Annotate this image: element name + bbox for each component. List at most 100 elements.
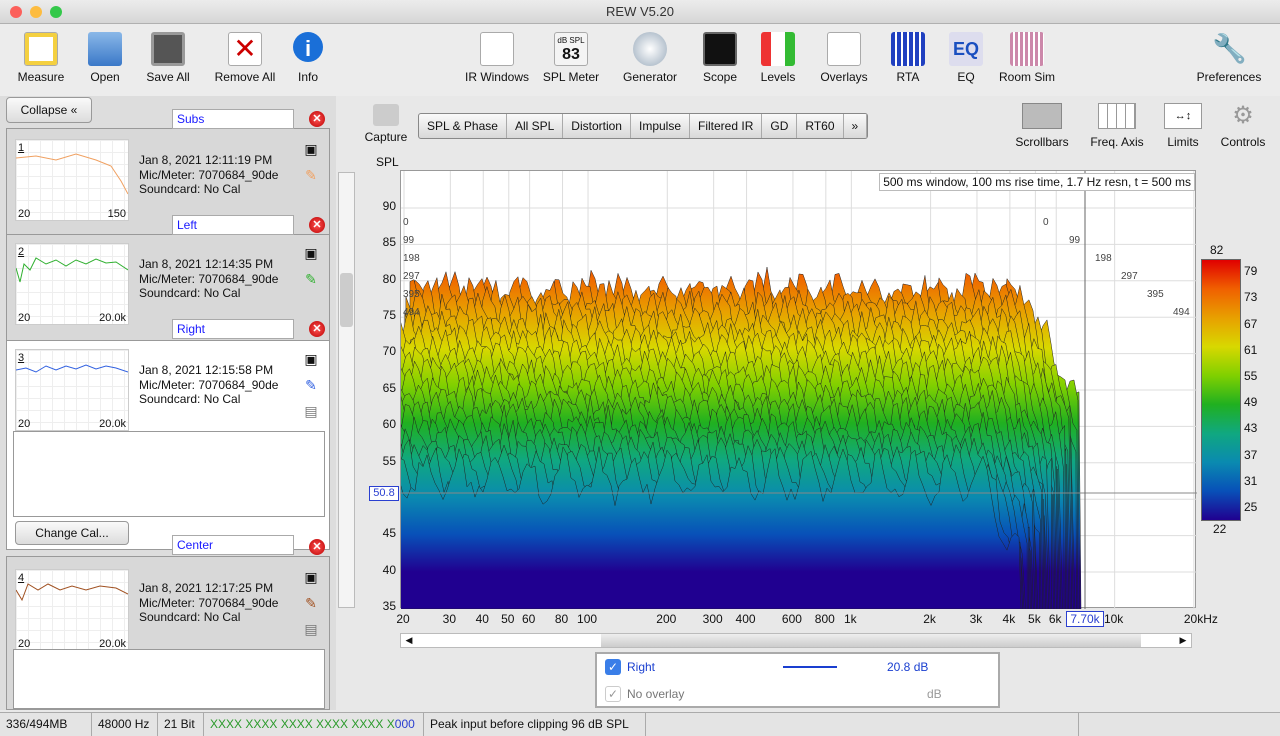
scope-button[interactable]: Scope xyxy=(698,32,742,84)
measurement-date: Jan 8, 2021 12:11:19 PM xyxy=(139,153,273,167)
measurement-soundcard: Soundcard: No Cal xyxy=(139,286,241,300)
capture-button[interactable]: Capture xyxy=(362,104,410,144)
y-tick-label: 70 xyxy=(382,344,396,359)
measurement-thumbnail[interactable]: 4 20 20.0k xyxy=(15,569,129,651)
limits-button[interactable]: ↔↕ Limits xyxy=(1160,103,1206,149)
spl-badge-unit: dB SPL xyxy=(557,36,585,45)
measurement-thumbnail[interactable]: 3 20 20.0k xyxy=(15,349,129,431)
legend-value: 20.8 dB xyxy=(887,660,929,674)
tab-0[interactable]: SPL & Phase xyxy=(419,114,507,138)
save-measurement-icon[interactable]: ▣ xyxy=(303,141,319,157)
preferences-button[interactable]: 🔧 Preferences xyxy=(1192,32,1266,84)
color-pen-icon[interactable]: ✎ xyxy=(303,167,319,183)
tab-1[interactable]: All SPL xyxy=(507,114,564,138)
levels-button[interactable]: Levels xyxy=(756,32,800,84)
ir-windows-button[interactable]: IR Windows xyxy=(462,32,532,84)
x-tick-label: 6k xyxy=(1048,612,1062,626)
notes-textarea[interactable] xyxy=(13,649,325,709)
x-tick-label: 30 xyxy=(442,612,457,626)
minimize-window-button[interactable] xyxy=(30,6,42,18)
tab-2[interactable]: Distortion xyxy=(563,114,631,138)
color-pen-icon[interactable]: ✎ xyxy=(303,595,319,611)
color-scale-tick: 37 xyxy=(1244,447,1258,462)
remove-measurement-icon[interactable]: ✕ xyxy=(309,217,325,233)
cursor-spl-readout: 50.8 xyxy=(369,486,399,501)
spl-meter-button[interactable]: dB SPL 83 SPL Meter xyxy=(540,32,602,84)
zoom-window-button[interactable] xyxy=(50,6,62,18)
y-tick-label: 80 xyxy=(382,271,396,286)
measurement-name-input[interactable]: Center xyxy=(172,535,294,555)
sample-rate-status: 48000 Hz xyxy=(92,713,158,736)
remove-measurement-icon[interactable]: ✕ xyxy=(309,321,325,337)
generator-button[interactable]: Generator xyxy=(618,32,682,84)
eq-button[interactable]: EQ EQ xyxy=(946,32,986,84)
levels-icon xyxy=(761,32,795,66)
label: Levels xyxy=(760,70,796,84)
label: Capture xyxy=(364,130,408,144)
measurement-4[interactable]: Center ✕ 4 20 20.0k Jan 8, 2021 12:17:25 P… xyxy=(6,535,330,710)
ir-windows-icon xyxy=(480,32,514,66)
x-tick-label: 300 xyxy=(702,612,723,626)
measurement-soundcard: Soundcard: No Cal xyxy=(139,392,241,406)
save-measurement-icon[interactable]: ▣ xyxy=(303,245,319,261)
info-button[interactable]: i Info xyxy=(290,32,326,84)
notes-textarea[interactable] xyxy=(13,431,325,517)
color-scale-min: 22 xyxy=(1213,522,1227,536)
save-measurement-icon[interactable]: ▣ xyxy=(303,351,319,367)
scrollbar-thumb[interactable] xyxy=(601,634,1141,647)
remove-all-button[interactable]: ✕ Remove All xyxy=(210,32,280,84)
measurement-thumbnail[interactable]: 1 20 150 xyxy=(15,139,129,221)
color-scale-max: 82 xyxy=(1210,243,1224,257)
color-pen-icon[interactable]: ✎ xyxy=(303,377,319,393)
collapse-button[interactable]: Collapse « xyxy=(6,97,92,123)
scrollbar-thumb[interactable] xyxy=(340,273,353,327)
measurement-mic: Mic/Meter: 7070684_90de xyxy=(139,167,279,182)
tab-6[interactable]: RT60 xyxy=(797,114,844,138)
tab-3[interactable]: Impulse xyxy=(631,114,691,138)
measurement-name-input[interactable]: Subs xyxy=(172,109,294,129)
change-cal-button[interactable]: Change Cal... xyxy=(15,521,129,545)
rta-icon xyxy=(891,32,925,66)
waterfall-plot[interactable]: 0 0 99 99 198 198 297 297 395 395 494 494 500 ms wi… xyxy=(370,170,1197,610)
tab-4[interactable]: Filtered IR xyxy=(690,114,763,138)
scroll-left-icon[interactable]: ◀ xyxy=(401,634,417,647)
overlays-button[interactable]: Overlays xyxy=(814,32,874,84)
x-tick-label: 600 xyxy=(781,612,802,626)
close-window-button[interactable] xyxy=(10,6,22,18)
save-measurement-icon[interactable]: ▣ xyxy=(303,569,319,585)
color-scale-tick: 79 xyxy=(1244,264,1258,279)
scrollbars-icon xyxy=(1022,103,1062,129)
scroll-right-icon[interactable]: ▶ xyxy=(1175,634,1191,647)
measure-button[interactable]: Measure xyxy=(14,32,68,84)
tab-7[interactable]: » xyxy=(844,114,868,138)
measurement-thumbnail[interactable]: 2 20 20.0k xyxy=(15,243,129,325)
save-all-button[interactable]: Save All xyxy=(142,32,194,84)
label: Limits xyxy=(1167,135,1199,149)
label: Preferences xyxy=(1196,70,1262,84)
bit-depth-status: 21 Bit xyxy=(158,713,204,736)
legend-checkbox-right[interactable]: ✓ xyxy=(605,659,621,675)
freq-axis-button[interactable]: Freq. Axis xyxy=(1084,103,1150,149)
freq-axis-icon xyxy=(1098,103,1136,129)
room-sim-button[interactable]: Room Sim xyxy=(996,32,1058,84)
tab-5[interactable]: GD xyxy=(762,114,798,138)
remove-measurement-icon[interactable]: ✕ xyxy=(309,111,325,127)
legend-checkbox-overlay[interactable]: ✓ xyxy=(605,686,621,702)
scrollbars-button[interactable]: Scrollbars xyxy=(1012,103,1072,149)
open-button[interactable]: Open xyxy=(82,32,128,84)
measurement-name-input[interactable]: Left xyxy=(172,215,294,235)
measurement-3-selected[interactable]: Right ✕ 3 20 20.0k Jan 8, 2021 12:15:58 PM… xyxy=(6,319,330,550)
time-tick-label: 198 xyxy=(403,253,420,264)
controls-button[interactable]: ⚙ Controls xyxy=(1214,103,1272,150)
color-pen-icon[interactable]: ✎ xyxy=(303,271,319,287)
notes-icon[interactable]: ▤ xyxy=(303,621,319,637)
frequency-scrollbar[interactable]: ◀ ▶ xyxy=(400,633,1192,648)
measurements-scrollbar[interactable] xyxy=(338,172,355,608)
thumb-xmax: 150 xyxy=(107,208,126,220)
x-tick-label: 4k xyxy=(1002,612,1016,626)
notes-icon[interactable]: ▤ xyxy=(303,403,319,419)
measurement-name-input[interactable]: Right xyxy=(172,319,294,339)
remove-measurement-icon[interactable]: ✕ xyxy=(309,539,325,555)
rta-button[interactable]: RTA xyxy=(888,32,928,84)
x-tick-label: 40 xyxy=(475,612,489,626)
